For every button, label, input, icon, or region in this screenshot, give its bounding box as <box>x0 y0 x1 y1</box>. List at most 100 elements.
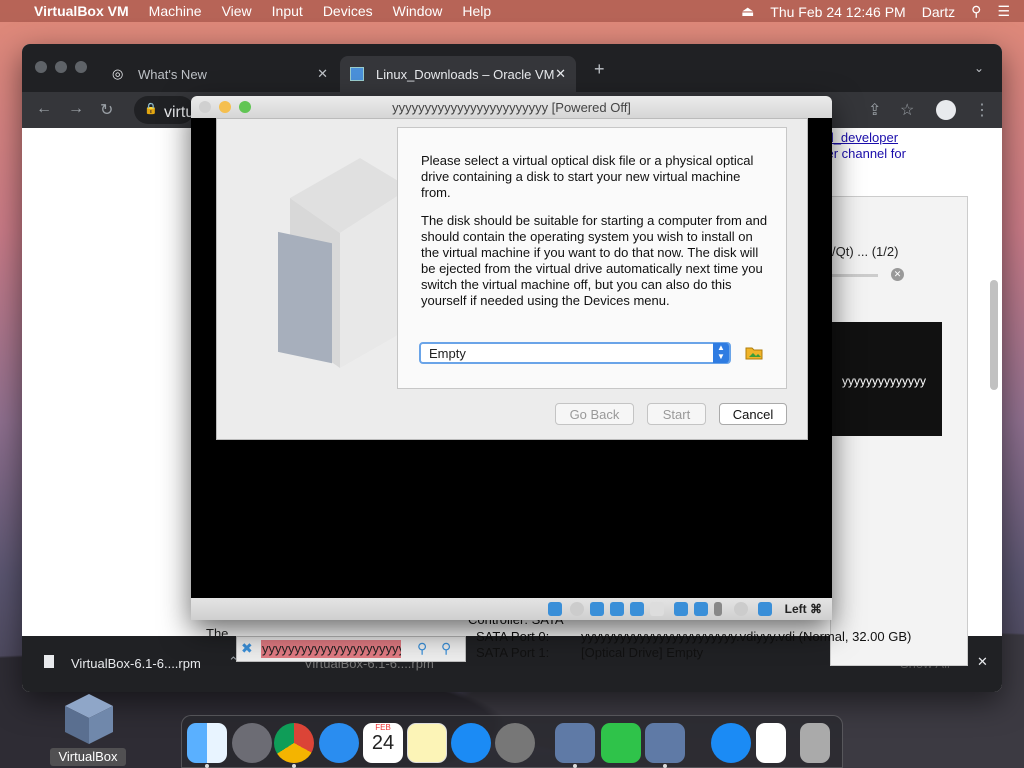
mouse-integration-status-icon[interactable] <box>734 602 748 616</box>
cancel-x-icon[interactable]: ✖ <box>241 640 253 657</box>
tab-close-icon[interactable]: ✕ <box>317 66 328 82</box>
eject-icon[interactable]: ⏏ <box>741 3 754 20</box>
vm-title: yyyyyyyyyyyyyyyyyyyyyyyy [Powered Off] <box>392 100 631 115</box>
vm-preview: yyyyyyyyyyyyyy <box>832 322 942 436</box>
shared-folders-status-icon[interactable] <box>650 602 664 616</box>
calendar-icon[interactable]: FEB 24 <box>363 723 403 763</box>
share-icon[interactable]: ⇪ <box>868 100 881 120</box>
chrome-menu-icon[interactable]: ⋮ <box>974 100 990 120</box>
finder-icon[interactable] <box>187 723 227 763</box>
launchpad-icon[interactable] <box>232 723 272 763</box>
omnibox[interactable]: 🔒 virtu <box>134 96 194 124</box>
tab-strip: ◎ What's New ✕ Linux_Downloads – Oracle … <box>22 44 1002 92</box>
menu-help[interactable]: Help <box>462 3 491 19</box>
file-icon <box>44 655 54 668</box>
virtualbox-favicon-icon <box>350 67 364 81</box>
page-scrollbar[interactable] <box>990 280 998 390</box>
host-key-label: Left ⌘ <box>784 602 822 616</box>
bookmark-star-icon[interactable]: ☆ <box>900 100 914 120</box>
tab-linux-downloads[interactable]: Linux_Downloads – Oracle VM ✕ <box>340 56 576 92</box>
calendar-day: 24 <box>371 732 395 754</box>
choose-disk-file-icon[interactable] <box>745 345 763 360</box>
search-network-icon[interactable]: ⚲ <box>417 640 427 657</box>
tab-close-icon[interactable]: ✕ <box>555 66 566 82</box>
dock: FEB 24 <box>181 715 843 768</box>
virtualbox-cube-icon <box>278 158 410 368</box>
tab-whats-new[interactable]: ◎ What's New ✕ <box>102 56 338 92</box>
audio-status-icon[interactable] <box>590 602 604 616</box>
back-arrow-icon[interactable]: ← <box>36 100 52 118</box>
page-link-text[interactable]: oad_developer oper channel for <box>812 130 1002 190</box>
menu-view[interactable]: View <box>222 3 252 19</box>
window-close-button[interactable] <box>35 61 47 73</box>
vm-minimize-button[interactable] <box>219 101 231 113</box>
optical-disk-select-value: Empty <box>429 346 466 361</box>
menu-machine[interactable]: Machine <box>149 3 202 19</box>
menu-app-name[interactable]: VirtualBox VM <box>34 3 129 19</box>
reload-icon[interactable]: ↻ <box>100 100 113 120</box>
window-minimize-button[interactable] <box>55 61 67 73</box>
menu-clock[interactable]: Thu Feb 24 12:46 PM <box>770 4 905 20</box>
virtualbox-icon[interactable] <box>555 723 595 763</box>
desktop-icon-label[interactable]: VirtualBox <box>50 748 126 766</box>
menu-window[interactable]: Window <box>393 3 443 19</box>
network-status-icon[interactable] <box>610 602 624 616</box>
chrome-icon: ◎ <box>112 66 124 81</box>
virtualbox-running-dot <box>573 764 577 768</box>
page-link-line[interactable]: oad_developer <box>812 130 1002 146</box>
dialog-description: Please select a virtual optical disk fil… <box>421 153 771 321</box>
tab-label: What's New <box>138 66 207 82</box>
chevron-up-down-icon[interactable]: ▲ ▼ <box>713 343 729 363</box>
chrome-icon[interactable] <box>274 723 314 763</box>
optical-disk-select[interactable]: Empty ▲ ▼ <box>419 342 731 364</box>
menu-user[interactable]: Dartz <box>922 4 955 20</box>
new-tab-icon[interactable]: + <box>594 59 605 80</box>
notes-icon[interactable] <box>407 723 447 763</box>
menu-bar: VirtualBox VM Machine View Input Devices… <box>0 0 1024 22</box>
spotlight-search-icon[interactable]: ⚲ <box>971 3 981 20</box>
safari-icon[interactable] <box>319 723 359 763</box>
go-back-button[interactable]: Go Back <box>555 403 634 425</box>
tab-label: Linux_Downloads – Oracle VM <box>376 66 555 82</box>
omnibox-url: virtu <box>164 104 195 121</box>
virtualization-status-icon[interactable] <box>714 602 722 616</box>
recording-status-icon[interactable] <box>694 602 708 616</box>
calendar-month: FEB <box>375 723 391 732</box>
finder-running-dot <box>205 764 209 768</box>
usb-status-icon[interactable] <box>630 602 644 616</box>
menu-devices[interactable]: Devices <box>323 3 373 19</box>
app-store-icon[interactable] <box>451 723 491 763</box>
lock-icon: 🔒 <box>144 103 158 115</box>
host-key-arrow-icon[interactable] <box>758 602 772 616</box>
optical-drive-status-icon[interactable] <box>570 602 584 616</box>
sata-port0-value: yyyyyyyyyyyyyyyyyyyyyyyy.vdiyyy.vdi (Nor… <box>581 629 912 644</box>
window-zoom-button[interactable] <box>75 61 87 73</box>
hard-disk-status-icon[interactable] <box>548 602 562 616</box>
vm-close-button[interactable] <box>199 101 211 113</box>
facetime-icon[interactable] <box>601 723 641 763</box>
system-preferences-icon[interactable] <box>495 723 535 763</box>
notification-center-icon[interactable]: ☰ <box>997 3 1010 20</box>
display-status-icon[interactable] <box>674 602 688 616</box>
vm-running-dot <box>663 764 667 768</box>
page-text-line: oper channel for <box>812 146 906 161</box>
download-item-label[interactable]: VirtualBox-6.1-6....rpm <box>71 656 201 671</box>
tab-search-chevron-icon[interactable]: ⌄ <box>974 61 984 75</box>
trash-icon[interactable] <box>800 723 830 763</box>
app-store-downloads-icon[interactable] <box>711 723 751 763</box>
menu-input[interactable]: Input <box>272 3 303 19</box>
profile-avatar-icon[interactable] <box>936 100 956 120</box>
progress-name-field: yyyyyyyyyyyyyyyyyyyyyyyy <box>261 640 401 658</box>
cancel-button[interactable]: Cancel <box>719 403 787 425</box>
manager-progress-text: /Qt) ... (1/2) <box>832 244 899 259</box>
virtualbox-vm-icon[interactable] <box>645 723 685 763</box>
sata-port1-value: [Optical Drive] Empty <box>581 645 704 660</box>
chrome-running-dot <box>292 764 296 768</box>
refresh-network-icon[interactable]: ⚲ <box>441 640 451 657</box>
forward-arrow-icon[interactable]: → <box>68 100 84 118</box>
start-button[interactable]: Start <box>647 403 706 425</box>
document-icon[interactable] <box>756 723 786 763</box>
cancel-progress-icon[interactable]: ✕ <box>891 268 904 281</box>
vm-zoom-button[interactable] <box>239 101 251 113</box>
manager-progress-bar <box>832 274 878 277</box>
